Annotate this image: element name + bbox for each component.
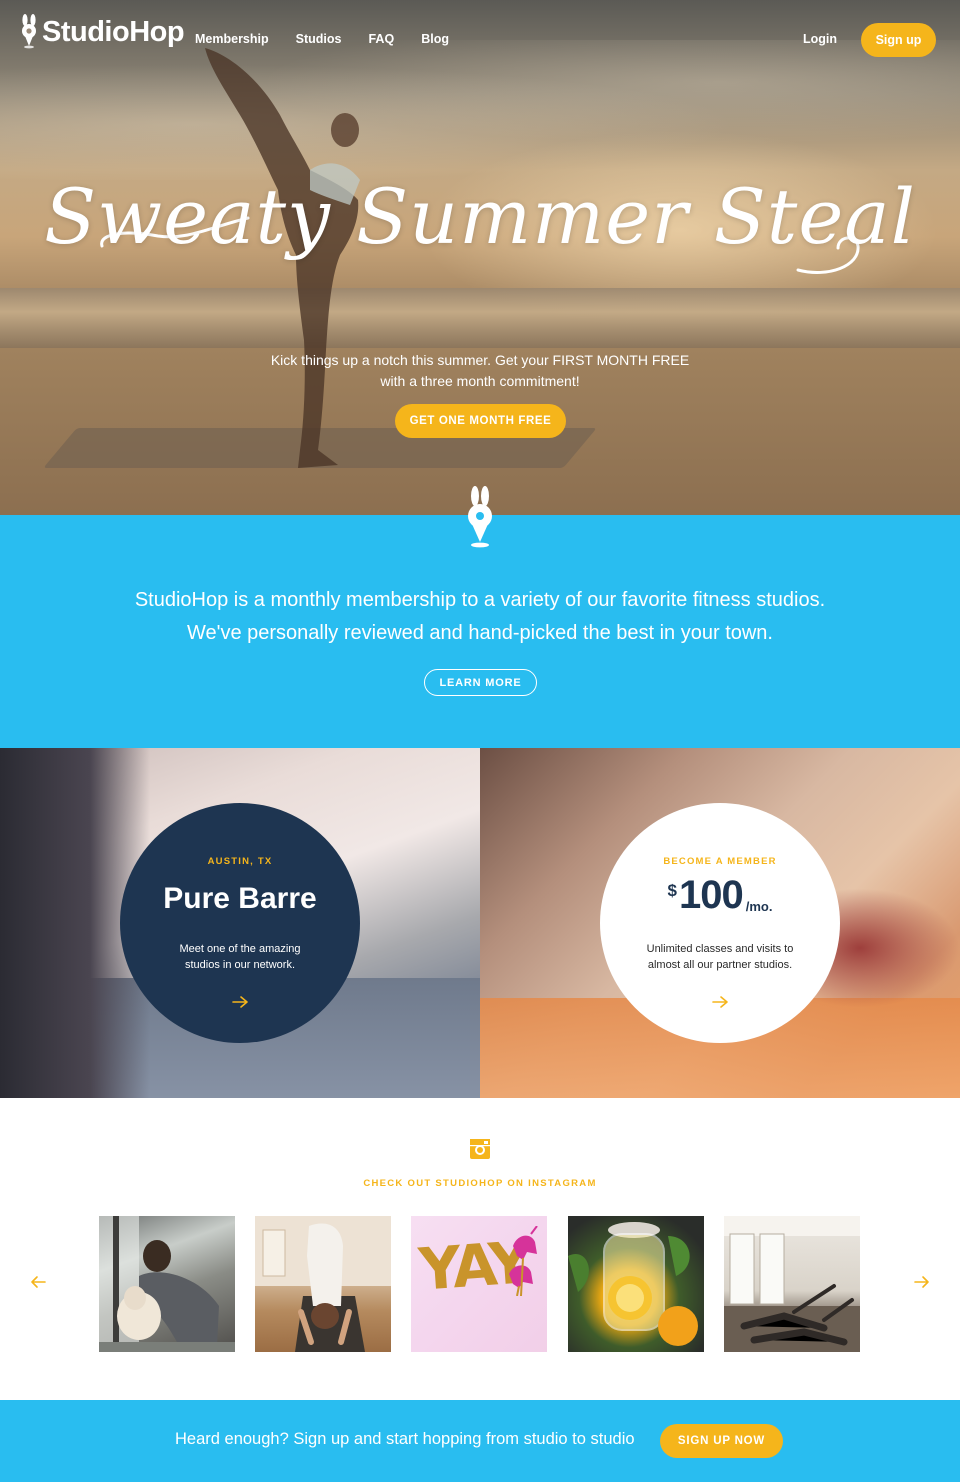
instagram-post-4-image [568, 1222, 698, 1346]
learn-more-button[interactable]: LEARN MORE [424, 669, 537, 696]
instagram-post-4[interactable] [568, 1216, 704, 1352]
studiohop-logo[interactable]: StudioHop [20, 14, 185, 50]
nav-link-blog[interactable]: Blog [421, 32, 449, 46]
membership-feature-card[interactable]: BECOME A MEMBER $ 100 /mo. Unlimited cla… [600, 803, 840, 1043]
nav-link-studios[interactable]: Studios [296, 32, 342, 46]
membership-description-line-1: Unlimited classes and visits to [646, 943, 794, 955]
membership-price: $ 100 /mo. [600, 873, 840, 918]
hero-subtitle-line-2: with a three month commitment! [380, 373, 580, 389]
instagram-icon[interactable] [469, 1138, 491, 1160]
unicorn-toppers [509, 1226, 538, 1296]
logo-wordmark: StudioHop [42, 15, 185, 48]
bunny-pin-icon [468, 486, 492, 548]
arrow-right-icon[interactable] [225, 995, 255, 1009]
arrow-right-icon[interactable] [705, 995, 735, 1009]
instagram-post-2-image [255, 1216, 391, 1352]
cta-text: Heard enough? Sign up and start hopping … [175, 1430, 635, 1448]
carousel-prev-arrow-icon[interactable] [29, 1275, 47, 1289]
nav-link-faq[interactable]: FAQ [368, 32, 394, 46]
nav-link-membership[interactable]: Membership [195, 32, 269, 46]
membership-description: Unlimited classes and visits to almost a… [630, 941, 810, 973]
studio-description-line-1: Meet one of the amazing [179, 943, 301, 955]
instagram-heading: CHECK OUT STUDIOHOP ON INSTAGRAM [363, 1178, 597, 1189]
price-amount: 100 [678, 873, 744, 917]
login-link[interactable]: Login [803, 32, 837, 46]
intro-line-2: We've personally reviewed and hand-picke… [186, 622, 773, 644]
signup-button[interactable]: Sign up [861, 23, 936, 57]
nav-links: Membership Studios FAQ Blog [195, 32, 476, 46]
get-one-month-free-button[interactable]: GET ONE MONTH FREE [395, 404, 566, 438]
instagram-post-1-image [99, 1216, 235, 1352]
studio-name: Pure Barre [163, 882, 317, 915]
intro-text: StudioHop is a monthly membership to a v… [0, 584, 960, 650]
studio-location: AUSTIN, TX [207, 856, 273, 867]
bunny-pin-icon [22, 14, 36, 49]
instagram-post-5[interactable] [724, 1216, 860, 1352]
carousel-next-arrow-icon[interactable] [913, 1275, 931, 1289]
top-navigation: StudioHop Membership Studios FAQ Blog Lo… [0, 0, 960, 80]
studio-description-line-2: studios in our network. [184, 959, 296, 971]
hero-title: Sweaty Summer Steal [44, 172, 916, 261]
intro-line-1: StudioHop is a monthly membership to a v… [134, 589, 826, 611]
instagram-post-5-image [724, 1216, 860, 1352]
sign-up-now-button[interactable]: SIGN UP NOW [660, 1424, 783, 1458]
instagram-post-3[interactable]: YAY [411, 1216, 547, 1352]
membership-eyebrow: BECOME A MEMBER [663, 856, 777, 867]
membership-description-line-2: almost all our partner studios. [647, 959, 793, 971]
studio-feature-card[interactable]: AUSTIN, TX Pure Barre Meet one of the am… [120, 803, 360, 1043]
hero-subtitle-line-1: Kick things up a notch this summer. Get … [270, 352, 690, 368]
studio-description: Meet one of the amazing studios in our n… [150, 941, 330, 973]
instagram-post-2[interactable] [255, 1216, 391, 1352]
instagram-post-1[interactable] [99, 1216, 235, 1352]
price-period: /mo. [745, 899, 773, 914]
price-currency: $ [667, 881, 677, 900]
hero-banner: StudioHop Membership Studios FAQ Blog Lo… [0, 0, 960, 515]
hero-subtitle: Kick things up a notch this summer. Get … [0, 350, 960, 392]
